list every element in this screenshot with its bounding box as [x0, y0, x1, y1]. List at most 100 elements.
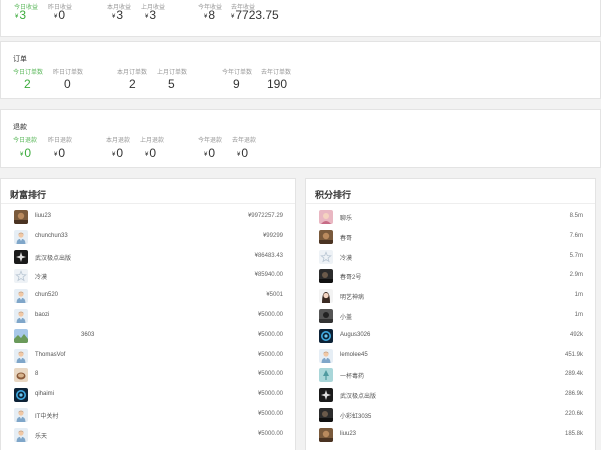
- avatar[interactable]: [319, 309, 333, 323]
- avatar[interactable]: [14, 328, 28, 343]
- user-name[interactable]: baozi: [35, 312, 49, 318]
- avatar[interactable]: [14, 388, 28, 403]
- points-amount: 289.4k: [564, 371, 583, 378]
- orders-lastyear-value: 190: [267, 77, 288, 91]
- wealth-row[interactable]: qihaimi ¥5000.00: [1, 386, 295, 406]
- wealth-row[interactable]: ThomasVof ¥5000.00: [1, 347, 295, 367]
- user-name[interactable]: qihaimi: [35, 391, 54, 397]
- avatar[interactable]: [319, 289, 333, 304]
- user-name[interactable]: 春哥2号: [340, 272, 361, 281]
- user-name[interactable]: Augus3026: [340, 332, 370, 338]
- user-name[interactable]: chunchun33: [35, 233, 68, 239]
- avatar[interactable]: [14, 249, 28, 264]
- points-amount: 5.7m: [569, 252, 583, 259]
- orders-title: 订单: [13, 56, 27, 63]
- user-name[interactable]: 冷漠: [340, 253, 352, 262]
- refunds-month-label: 本月退款: [106, 138, 131, 144]
- points-amount: 8.5m: [569, 213, 583, 219]
- user-name[interactable]: 武汉极点出版: [35, 253, 71, 262]
- user-name[interactable]: liuu23: [35, 213, 51, 219]
- points-amount: 492k: [569, 331, 583, 338]
- refunds-year-value: ¥0: [204, 146, 216, 160]
- avatar[interactable]: [319, 408, 333, 422]
- user-name[interactable]: 聊乐: [340, 213, 352, 222]
- avatar[interactable]: [319, 229, 333, 244]
- wealth-row[interactable]: chunchun33 ¥99299: [1, 228, 295, 248]
- refunds-yesterday-label: 昨日退款: [48, 138, 73, 144]
- user-name[interactable]: 明艺神病: [340, 292, 364, 301]
- user-name[interactable]: 8: [35, 371, 38, 377]
- avatar[interactable]: [14, 408, 28, 422]
- wealth-amount: ¥5000.00: [257, 430, 283, 437]
- user-name[interactable]: 小盖: [340, 312, 352, 321]
- points-row[interactable]: 明艺神病 1m: [306, 287, 595, 307]
- orders-year-value: 9: [233, 77, 240, 91]
- wealth-row[interactable]: 8 ¥5000.00: [1, 366, 295, 386]
- avatar[interactable]: [319, 348, 333, 363]
- wealth-amount: ¥5000.00: [257, 391, 283, 398]
- wealth-row[interactable]: baozi ¥5000.00: [1, 307, 295, 327]
- wealth-amount: ¥85940.00: [254, 272, 283, 279]
- avatar[interactable]: [319, 427, 333, 442]
- wealth-amount: ¥5000.00: [257, 411, 283, 417]
- wealth-row[interactable]: 乐天 ¥5000.00: [1, 426, 295, 446]
- user-name[interactable]: 冷漠: [35, 272, 47, 281]
- avatar[interactable]: [14, 210, 28, 224]
- points-row[interactable]: liuu23 185.8k: [306, 426, 595, 446]
- points-row[interactable]: Augus3026 492k: [306, 327, 595, 347]
- avatar[interactable]: [319, 368, 333, 383]
- wealth-row[interactable]: IT中关村 ¥5000.00: [1, 406, 295, 426]
- orders-lastmonth-value: 5: [168, 77, 175, 91]
- divider: [1, 203, 295, 204]
- avatar[interactable]: [14, 348, 28, 363]
- avatar[interactable]: [319, 328, 333, 343]
- points-row[interactable]: 一杯毒药 289.4k: [306, 366, 595, 386]
- points-row[interactable]: 春哥2号 2.9m: [306, 267, 595, 287]
- points-row[interactable]: 春哥 7.6m: [306, 228, 595, 248]
- user-name[interactable]: 武汉极点出版: [340, 391, 376, 400]
- points-amount: 286.9k: [564, 391, 583, 398]
- points-row[interactable]: 武汉极点出版 286.9k: [306, 386, 595, 406]
- points-row[interactable]: lemolee45 451.9k: [306, 347, 595, 367]
- points-row[interactable]: 小盖 1m: [306, 307, 595, 327]
- orders-yesterday-label: 昨日订单数: [53, 70, 84, 76]
- points-row[interactable]: 聊乐 8.5m: [306, 208, 595, 228]
- user-name[interactable]: 3603: [81, 332, 94, 338]
- user-name[interactable]: 乐天: [35, 431, 47, 440]
- user-name[interactable]: 一杯毒药: [340, 371, 364, 380]
- points-row[interactable]: 冷漠 5.7m: [306, 248, 595, 268]
- user-name[interactable]: liuu23: [340, 431, 356, 437]
- orders-yesterday-value: 0: [64, 77, 71, 91]
- earnings-month-value: ¥3: [112, 8, 124, 22]
- orders-lastyear-label: 去年订单数: [261, 70, 292, 76]
- user-name[interactable]: chun520: [35, 292, 58, 298]
- avatar[interactable]: [14, 368, 28, 383]
- wealth-row[interactable]: 3603 ¥5000.00: [1, 327, 295, 347]
- avatar[interactable]: [319, 249, 333, 264]
- wealth-row[interactable]: 冷漠 ¥85940.00: [1, 267, 295, 287]
- avatar[interactable]: [319, 388, 333, 403]
- wealth-row[interactable]: 武汉极点出版 ¥86483.43: [1, 248, 295, 268]
- orders-today-value: 2: [24, 77, 31, 91]
- avatar[interactable]: [14, 289, 28, 304]
- wealth-row[interactable]: chun520 ¥5001: [1, 287, 295, 307]
- orders-card: 订单 今日订单数 昨日订单数 本月订单数 上月订单数 今年订单数 去年订单数 2…: [0, 41, 601, 99]
- divider: [306, 203, 595, 204]
- avatar[interactable]: [14, 229, 28, 244]
- avatar[interactable]: [14, 269, 28, 284]
- avatar[interactable]: [14, 427, 28, 442]
- points-amount: 1m: [574, 292, 583, 299]
- points-row[interactable]: 小彩虹3035 220.6k: [306, 406, 595, 426]
- refunds-today-label: 今日退款: [13, 138, 38, 144]
- user-name[interactable]: lemolee45: [340, 352, 368, 358]
- avatar[interactable]: [14, 309, 28, 323]
- wealth-row[interactable]: liuu23 ¥9972257.29: [1, 208, 295, 228]
- wealth-amount: ¥5000.00: [257, 331, 283, 338]
- user-name[interactable]: IT中关村: [35, 411, 58, 420]
- earnings-card: 今日收益 昨日收益 本月收益 上月收益 今年收益 去年收益 ¥3 ¥0 ¥3 ¥…: [0, 0, 601, 37]
- avatar[interactable]: [319, 210, 333, 224]
- user-name[interactable]: 小彩虹3035: [340, 411, 371, 420]
- avatar[interactable]: [319, 269, 333, 284]
- user-name[interactable]: ThomasVof: [35, 352, 65, 358]
- user-name[interactable]: 春哥: [340, 233, 352, 242]
